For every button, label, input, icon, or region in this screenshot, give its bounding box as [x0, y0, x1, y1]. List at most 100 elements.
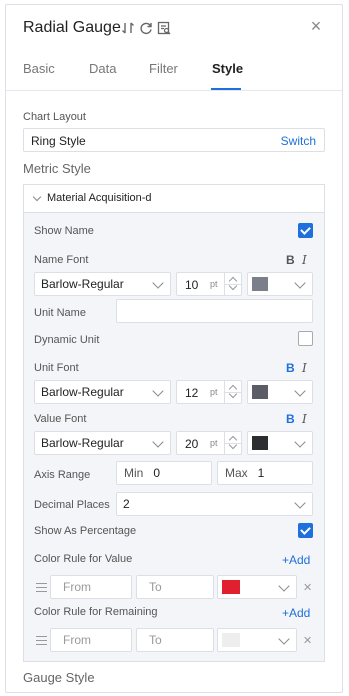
- drag-handle-icon[interactable]: [36, 636, 47, 645]
- unit-font-italic-button[interactable]: I: [302, 361, 307, 375]
- value-font-label: Value Font: [34, 413, 87, 425]
- properties-panel: Radial Gauge × Basic Data Filter Style C…: [5, 4, 343, 693]
- unit-font-label: Unit Font: [34, 362, 79, 374]
- show-name-label: Show Name: [34, 225, 94, 237]
- remaining-rule-to-input[interactable]: To: [136, 628, 214, 652]
- chevron-down-icon: [278, 580, 290, 592]
- value-font-size-unit: pt: [210, 438, 218, 448]
- chart-layout-value: Ring Style: [31, 134, 86, 148]
- value-font-size-stepper[interactable]: 20 pt: [176, 431, 242, 455]
- metric-group-title: Material Acquisition-d: [47, 192, 152, 204]
- remove-value-rule-icon[interactable]: ✕: [303, 581, 312, 594]
- axis-min-label: Min: [124, 466, 144, 480]
- axis-max-label: Max: [225, 466, 248, 480]
- chart-layout-field: Ring Style Switch: [23, 128, 325, 152]
- value-rule-from-placeholder: From: [63, 580, 91, 594]
- value-font-family-value: Barlow-Regular: [41, 436, 124, 450]
- metric-style-heading: Metric Style: [23, 161, 91, 176]
- axis-max-input[interactable]: Max 1: [217, 461, 313, 485]
- chevron-down-icon: [294, 385, 306, 397]
- remove-remaining-rule-icon[interactable]: ✕: [303, 634, 312, 647]
- value-font-color-swatch: [252, 436, 268, 450]
- gauge-style-heading: Gauge Style: [23, 670, 95, 685]
- name-font-italic-button[interactable]: I: [302, 253, 307, 267]
- dynamic-unit-label: Dynamic Unit: [34, 334, 100, 346]
- unit-font-family-value: Barlow-Regular: [41, 385, 124, 399]
- unit-font-bold-button[interactable]: B: [286, 361, 295, 375]
- value-font-color-picker[interactable]: [247, 431, 313, 455]
- name-font-family-value: Barlow-Regular: [41, 277, 124, 291]
- data-preview-icon[interactable]: [156, 19, 172, 37]
- tab-data[interactable]: Data: [89, 61, 116, 76]
- value-font-family-select[interactable]: Barlow-Regular: [34, 431, 171, 455]
- remaining-rule-color-swatch: [222, 633, 240, 647]
- value-rule-to-input[interactable]: To: [136, 575, 214, 599]
- color-rule-value-label: Color Rule for Value: [34, 553, 133, 565]
- remaining-rule-from-input[interactable]: From: [50, 628, 132, 652]
- name-font-color-swatch: [252, 277, 268, 291]
- panel-title: Radial Gauge: [23, 19, 121, 36]
- unit-font-color-swatch: [252, 385, 268, 399]
- name-font-color-picker[interactable]: [247, 272, 313, 296]
- tab-filter[interactable]: Filter: [149, 61, 178, 76]
- name-font-bold-button[interactable]: B: [286, 253, 295, 267]
- axis-max-value: 1: [257, 466, 265, 480]
- size-spinner[interactable]: [224, 273, 241, 295]
- name-font-label: Name Font: [34, 254, 89, 266]
- axis-min-input[interactable]: Min 0: [116, 461, 212, 485]
- chevron-down-icon: [152, 436, 164, 448]
- dynamic-unit-checkbox[interactable]: [298, 331, 313, 346]
- add-color-rule-value-button[interactable]: +Add: [282, 553, 310, 567]
- size-spinner[interactable]: [224, 432, 241, 454]
- close-icon[interactable]: ×: [306, 15, 326, 37]
- refresh-icon[interactable]: [138, 19, 154, 37]
- chevron-down-icon: [294, 497, 306, 509]
- color-rule-remaining-label: Color Rule for Remaining: [34, 606, 158, 618]
- tabs-divider: [6, 90, 342, 91]
- add-color-rule-remaining-button[interactable]: +Add: [282, 606, 310, 620]
- sort-icon[interactable]: [120, 19, 136, 37]
- unit-font-size-stepper[interactable]: 12 pt: [176, 380, 242, 404]
- name-font-size-value: 10: [185, 278, 199, 292]
- show-name-checkbox[interactable]: [298, 223, 313, 238]
- remaining-rule-to-placeholder: To: [149, 633, 162, 647]
- chevron-down-icon: [278, 633, 290, 645]
- active-tab-indicator: [211, 88, 241, 90]
- value-rule-color-swatch: [222, 580, 240, 594]
- value-rule-color-picker[interactable]: [217, 575, 297, 599]
- remaining-rule-color-picker[interactable]: [217, 628, 297, 652]
- value-font-size-value: 20: [185, 437, 199, 451]
- show-percentage-checkbox[interactable]: [298, 523, 313, 538]
- drag-handle-icon[interactable]: [36, 583, 47, 592]
- name-font-size-stepper[interactable]: 10 pt: [176, 272, 242, 296]
- chart-layout-label: Chart Layout: [23, 111, 86, 123]
- value-font-italic-button[interactable]: I: [302, 412, 307, 426]
- tab-basic[interactable]: Basic: [23, 61, 55, 76]
- value-font-bold-button[interactable]: B: [286, 412, 295, 426]
- name-font-family-select[interactable]: Barlow-Regular: [34, 272, 171, 296]
- axis-range-label: Axis Range: [34, 469, 91, 481]
- value-rule-from-input[interactable]: From: [50, 575, 132, 599]
- unit-font-size-value: 12: [185, 386, 199, 400]
- axis-min-value: 0: [153, 466, 161, 480]
- chevron-down-icon: [294, 436, 306, 448]
- chevron-down-icon: [152, 277, 164, 289]
- metric-group-header[interactable]: Material Acquisition-d: [23, 184, 325, 213]
- tab-style[interactable]: Style: [212, 61, 243, 76]
- decimal-places-select[interactable]: 2: [116, 492, 313, 516]
- size-spinner[interactable]: [224, 381, 241, 403]
- decimal-places-value: 2: [123, 497, 130, 511]
- show-percentage-label: Show As Percentage: [34, 525, 137, 537]
- chevron-down-icon: [152, 385, 164, 397]
- switch-layout-link[interactable]: Switch: [281, 134, 316, 148]
- collapse-chevron-icon[interactable]: [32, 192, 42, 202]
- value-rule-to-placeholder: To: [149, 580, 162, 594]
- unit-name-input[interactable]: [116, 299, 313, 323]
- unit-font-size-unit: pt: [210, 387, 218, 397]
- decimal-places-label: Decimal Places: [34, 499, 110, 511]
- unit-font-color-picker[interactable]: [247, 380, 313, 404]
- unit-name-label: Unit Name: [34, 307, 86, 319]
- chevron-down-icon: [294, 277, 306, 289]
- unit-font-family-select[interactable]: Barlow-Regular: [34, 380, 171, 404]
- name-font-size-unit: pt: [210, 279, 218, 289]
